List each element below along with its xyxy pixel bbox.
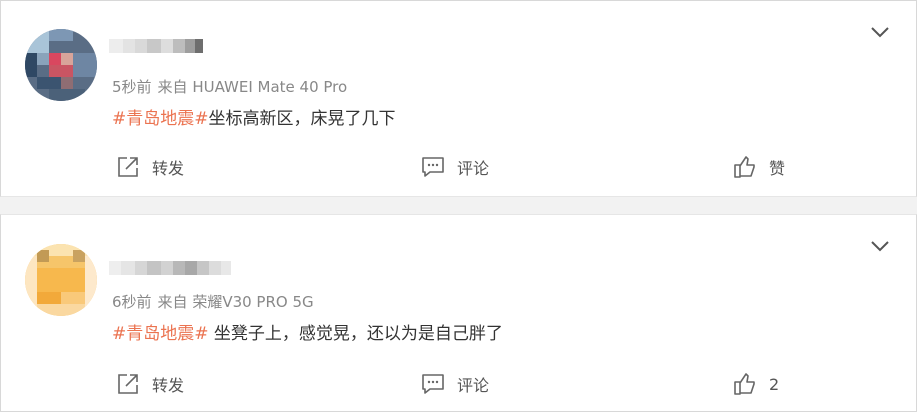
comment-text: #青岛地震# 坐凳子上，感觉晃，还以为是自己胖了 (112, 319, 503, 344)
forward-button[interactable]: 转发 (116, 155, 184, 179)
thumbs-up-icon (734, 373, 755, 395)
comment-card: 6秒前 来自 荣耀V30 PRO 5G #青岛地震# 坐凳子上，感觉晃，还以为是自… (0, 214, 917, 412)
username-blurred[interactable] (109, 259, 231, 277)
hashtag-link[interactable]: #青岛地震# (112, 324, 209, 344)
forward-label: 转发 (152, 159, 185, 178)
comment-body: 坐标高新区，床晃了几下 (208, 109, 396, 129)
forward-button[interactable]: 转发 (116, 372, 184, 396)
hashtag-link[interactable]: #青岛地震# (112, 109, 209, 129)
like-count: 2 (769, 374, 780, 394)
timestamp: 6秒前 (112, 293, 152, 311)
username-blurred[interactable] (109, 37, 203, 55)
chevron-down-icon[interactable] (870, 239, 890, 253)
comment-button[interactable]: 评论 (421, 372, 489, 396)
comment-meta: 5秒前 来自 HUAWEI Mate 40 Pro (112, 76, 347, 97)
source-device: 来自 荣耀V30 PRO 5G (157, 293, 314, 311)
chevron-down-icon[interactable] (870, 25, 890, 39)
forward-label: 转发 (152, 376, 185, 395)
comment-label: 评论 (457, 159, 490, 178)
comment-body: 坐凳子上，感觉晃，还以为是自己胖了 (208, 324, 503, 344)
comment-meta: 6秒前 来自 荣耀V30 PRO 5G (112, 291, 314, 312)
avatar[interactable] (25, 29, 97, 101)
comment-icon (422, 157, 444, 177)
forward-icon (118, 157, 138, 177)
comment-card: 5秒前 来自 HUAWEI Mate 40 Pro #青岛地震#坐标高新区，床晃了… (0, 0, 917, 197)
like-button[interactable]: 赞 (733, 155, 785, 179)
comment-text: #青岛地震#坐标高新区，床晃了几下 (112, 104, 396, 129)
comment-button[interactable]: 评论 (421, 155, 489, 179)
avatar[interactable] (25, 244, 97, 316)
thumbs-up-icon (734, 156, 755, 178)
like-label: 赞 (769, 159, 786, 178)
like-button[interactable]: 2 (733, 372, 779, 396)
source-device: 来自 HUAWEI Mate 40 Pro (157, 78, 348, 96)
timestamp: 5秒前 (112, 78, 152, 96)
forward-icon (118, 374, 138, 394)
comment-icon (422, 374, 444, 394)
comment-label: 评论 (457, 376, 490, 395)
